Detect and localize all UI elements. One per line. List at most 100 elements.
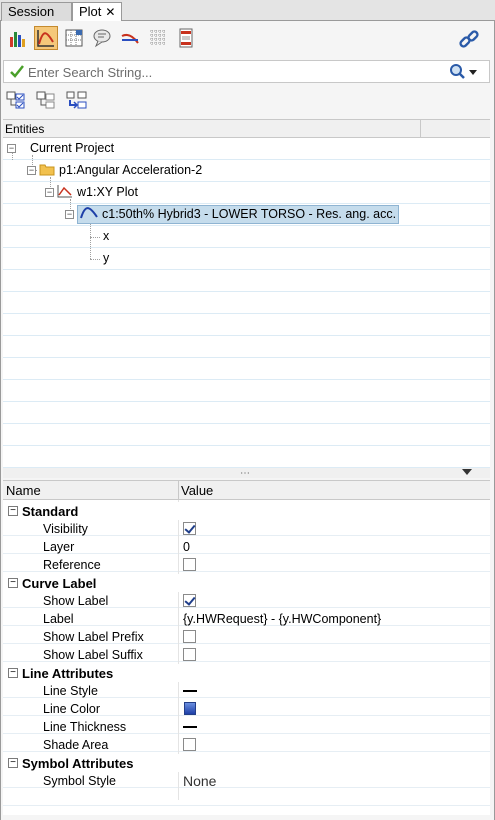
tree-connector xyxy=(90,237,100,238)
property-name: Visibility xyxy=(43,522,88,536)
collapse-icon[interactable]: − xyxy=(7,143,16,153)
tab-plot[interactable]: Plot ✕ xyxy=(72,2,122,22)
tree-connector xyxy=(90,259,100,260)
curve-style-icon[interactable] xyxy=(118,26,142,50)
entity-tree: − Current Project − p1:Angular Accelerat… xyxy=(3,138,490,468)
group-title: Standard xyxy=(22,504,79,519)
line-color-swatch[interactable] xyxy=(184,702,196,715)
property-name: Layer xyxy=(43,540,75,554)
xy-plot-icon xyxy=(57,184,73,201)
layer-value[interactable]: 0 xyxy=(183,540,190,554)
group-curve-label[interactable]: − Curve Label xyxy=(3,574,490,592)
property-row: Show Label xyxy=(3,592,490,610)
property-row: Reference xyxy=(3,556,490,574)
symbol-style-value[interactable]: None xyxy=(183,773,216,789)
value-column-header[interactable]: Value xyxy=(181,483,213,498)
property-name: Line Thickness xyxy=(43,720,127,734)
property-name: Shade Area xyxy=(43,738,109,752)
collapse-icon[interactable]: − xyxy=(8,758,18,768)
property-row: Visibility xyxy=(3,520,490,538)
grid-icon[interactable] xyxy=(146,26,170,50)
tree-tools xyxy=(6,90,88,113)
close-icon[interactable]: ✕ xyxy=(105,5,115,19)
entities-column-label: Entities xyxy=(5,122,45,136)
data-table-icon[interactable] xyxy=(62,26,86,50)
tab-plot-label: Plot xyxy=(79,4,102,19)
tree-node-curve[interactable]: − c1:50th% Hybrid3 - LOWER TORSO - Res. … xyxy=(65,204,400,224)
tree-node-window[interactable]: − w1:XY Plot xyxy=(45,182,138,202)
tree-node-page[interactable]: − p1:Angular Acceleration-2 xyxy=(27,160,202,180)
selected-curve[interactable]: c1:50th% Hybrid3 - LOWER TORSO - Res. an… xyxy=(77,204,400,224)
entities-header: Entities xyxy=(3,119,490,139)
collapse-icon[interactable]: − xyxy=(65,209,74,219)
tree-label-y: y xyxy=(103,251,110,265)
property-row: Show Label Prefix xyxy=(3,628,490,646)
collapse-icon[interactable]: − xyxy=(45,187,54,197)
show-prefix-checkbox[interactable] xyxy=(183,630,196,643)
search-input[interactable]: Enter Search String... xyxy=(28,65,152,80)
property-name: Line Style xyxy=(43,684,98,698)
tree-label-curve: c1:50th% Hybrid3 - LOWER TORSO - Res. an… xyxy=(102,207,397,221)
group-title: Symbol Attributes xyxy=(22,756,134,771)
collapse-all-icon[interactable] xyxy=(36,90,56,113)
label-value[interactable]: {y.HWRequest} - {y.HWComponent} xyxy=(183,612,381,626)
line-style-swatch[interactable] xyxy=(183,690,197,692)
tree-node-y[interactable]: y xyxy=(103,248,109,268)
page-icon[interactable] xyxy=(174,26,198,50)
tree-label-page: p1:Angular Acceleration-2 xyxy=(59,163,203,177)
property-name: Show Label Suffix xyxy=(43,648,143,662)
visibility-checkbox[interactable] xyxy=(183,522,196,535)
property-row: Layer 0 xyxy=(3,538,490,556)
search-bar: Enter Search String... xyxy=(3,60,490,83)
collapse-icon[interactable]: − xyxy=(8,668,18,678)
group-title: Curve Label xyxy=(22,576,97,591)
note-icon[interactable] xyxy=(90,26,114,50)
grip-icon[interactable]: ⋯ xyxy=(240,468,251,479)
property-row: Line Color xyxy=(3,700,490,718)
property-name: Show Label xyxy=(43,594,109,608)
name-column-header[interactable]: Name xyxy=(6,483,41,498)
expand-all-icon[interactable] xyxy=(6,90,26,113)
collapse-icon[interactable]: − xyxy=(8,578,18,588)
link-icon[interactable] xyxy=(457,28,481,52)
tab-session[interactable]: Session xyxy=(1,2,72,21)
curve-icon xyxy=(80,206,98,222)
group-line-attributes[interactable]: − Line Attributes xyxy=(3,664,490,682)
bar-chart-icon[interactable] xyxy=(6,26,30,50)
property-header: Name Value xyxy=(3,481,490,500)
line-thickness-swatch[interactable] xyxy=(183,726,197,728)
show-suffix-checkbox[interactable] xyxy=(183,648,196,661)
property-row: Label {y.HWRequest} - {y.HWComponent} xyxy=(3,610,490,628)
toolbar xyxy=(6,26,198,52)
sync-icon[interactable] xyxy=(66,90,88,113)
column-divider[interactable] xyxy=(178,481,179,500)
group-standard[interactable]: − Standard xyxy=(3,502,490,520)
search-icon[interactable] xyxy=(449,63,479,83)
tree-node-project[interactable]: − Current Project xyxy=(7,138,114,158)
show-label-checkbox[interactable] xyxy=(183,594,196,607)
tree-label-project: Current Project xyxy=(30,141,115,155)
collapse-icon[interactable]: − xyxy=(8,506,18,516)
tab-bar: Session Plot ✕ xyxy=(0,0,495,22)
group-symbol-attributes[interactable]: − Symbol Attributes xyxy=(3,754,490,772)
tree-node-x[interactable]: x xyxy=(103,226,109,246)
property-name: Symbol Style xyxy=(43,774,116,788)
tab-session-label: Session xyxy=(8,4,55,19)
tree-connector xyxy=(90,222,91,259)
check-icon xyxy=(10,64,24,81)
folder-icon xyxy=(39,162,55,179)
group-title: Line Attributes xyxy=(22,666,114,681)
tree-label-window: w1:XY Plot xyxy=(77,185,138,199)
property-name: Label xyxy=(43,612,74,626)
reference-checkbox[interactable] xyxy=(183,558,196,571)
xy-curve-icon[interactable] xyxy=(34,26,58,50)
property-table: Name Value − Standard Visibility Layer 0… xyxy=(3,480,490,815)
property-row: Symbol Style None xyxy=(3,772,490,790)
collapse-icon[interactable]: − xyxy=(27,165,36,175)
property-row: Line Thickness xyxy=(3,718,490,736)
shade-area-checkbox[interactable] xyxy=(183,738,196,751)
chevron-down-icon[interactable] xyxy=(462,469,472,475)
column-divider[interactable] xyxy=(420,120,421,139)
panel-splitter[interactable]: ⋯ xyxy=(3,468,490,479)
property-name: Show Label Prefix xyxy=(43,630,144,644)
